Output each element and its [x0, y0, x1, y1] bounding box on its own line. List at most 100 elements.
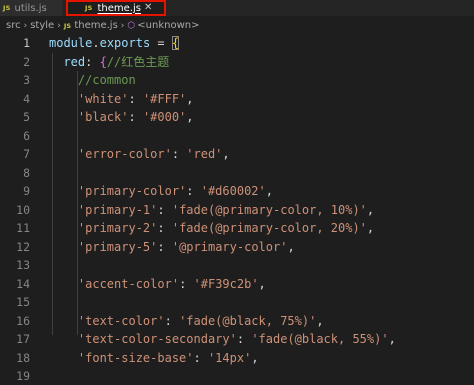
code-line[interactable]: 3 //common — [0, 71, 474, 89]
line-number: 14 — [16, 276, 30, 291]
code-token: 'text-color-secondary' — [77, 332, 237, 346]
tab-label: theme.js — [97, 2, 141, 14]
code-token: : — [85, 54, 100, 69]
js-file-icon: JS — [63, 21, 72, 30]
line-number: 12 — [16, 239, 30, 254]
breadcrumb: src › style › JS theme.js › ⬡ <unknown> — [0, 17, 474, 34]
code-token: 'primary-2' — [77, 221, 158, 235]
code-token: , — [287, 239, 295, 254]
line-number: 1 — [23, 36, 30, 50]
code-token: 'font-size-base' — [77, 350, 194, 365]
editor-tab-bar: JS utils.js JS theme.js ✕ — [0, 0, 474, 16]
code-token: 'red' — [186, 147, 223, 161]
code-line[interactable]: 15 — [0, 293, 474, 311]
code-token: , — [366, 202, 375, 217]
code-token: '@primary-color' — [171, 239, 288, 254]
breadcrumb-item-src[interactable]: src — [6, 20, 21, 31]
js-file-icon: JS — [3, 4, 11, 12]
code-token: : — [157, 202, 172, 217]
line-number: 8 — [23, 165, 30, 180]
code-line[interactable]: 16 'text-color': 'fade(@black, 75%)', — [0, 312, 474, 330]
code-editor[interactable]: 1 module.exports = {2 red: {//红色主题 3//commo… — [0, 34, 474, 383]
line-number: 9 — [23, 184, 30, 198]
code-content: 'primary-2': 'fade(@primary-color, 20%)'… — [78, 219, 374, 237]
breadcrumb-item-style[interactable]: style — [30, 20, 54, 31]
code-token: : — [236, 332, 252, 346]
line-number: 11 — [16, 221, 30, 235]
code-line[interactable]: 10 'primary-1': 'fade(@primary-color, 10%… — [0, 201, 474, 219]
code-line[interactable]: 17 'text-color-secondary': 'fade(@black, … — [0, 330, 474, 348]
js-file-icon: JS — [85, 4, 93, 12]
code-content: 'white': '#FFF', — [78, 90, 194, 108]
code-line[interactable]: 4 'white': '#FFF', — [0, 90, 474, 108]
code-token: . — [92, 36, 100, 50]
code-content: //common — [78, 71, 136, 89]
tab-theme-js[interactable]: JS theme.js ✕ — [66, 0, 166, 16]
breadcrumb-item-symbol[interactable]: <unknown> — [137, 20, 199, 31]
code-content: red: {//红色主题 — [63, 53, 169, 71]
breadcrumb-separator: › — [57, 20, 61, 31]
code-line[interactable]: 12 'primary-5': '@primary-color', — [0, 238, 474, 256]
code-content: 'black': '#000', — [78, 108, 194, 126]
code-line[interactable]: 5 'black': '#000', — [0, 108, 474, 126]
code-token: 'fade(@primary-color, 20%)' — [171, 221, 367, 235]
line-number: 18 — [16, 350, 30, 365]
code-line[interactable]: 19 — [0, 367, 474, 385]
code-token: '#000' — [142, 110, 187, 124]
line-number: 16 — [16, 313, 30, 328]
code-line[interactable]: 18 'font-size-base': '14px', — [0, 349, 474, 367]
line-number: 5 — [23, 110, 30, 124]
code-token: : — [179, 276, 194, 291]
code-token: module — [49, 36, 93, 50]
code-line[interactable]: 14 'accent-color': '#F39c2b', — [0, 275, 474, 293]
code-token: //红色主题 — [106, 54, 170, 69]
code-token: '#d60002' — [200, 184, 266, 198]
code-token: : — [157, 239, 172, 254]
line-number: 15 — [16, 295, 30, 309]
tab-utils-js[interactable]: JS utils.js — [0, 0, 62, 16]
line-number: 19 — [16, 369, 30, 383]
code-token: , — [251, 350, 259, 365]
code-token: : — [128, 110, 143, 124]
code-line[interactable]: 9 'primary-color': '#d60002', — [0, 182, 474, 200]
line-number: 3 — [23, 73, 30, 87]
code-token: 'fade(@black, 55%)' — [251, 332, 389, 346]
code-content: module.exports = { — [49, 34, 180, 52]
breadcrumb-separator: › — [120, 20, 125, 31]
code-token: '#F39c2b' — [193, 276, 259, 291]
code-token: 'white' — [77, 91, 129, 106]
line-number: 13 — [16, 258, 30, 272]
breadcrumb-separator: › — [23, 20, 28, 31]
symbol-icon: ⬡ — [127, 20, 136, 31]
code-line[interactable]: 7 'error-color': 'red', — [0, 145, 474, 163]
code-line[interactable]: 6 — [0, 127, 474, 145]
code-token: : — [171, 147, 187, 161]
code-line[interactable]: 13 — [0, 256, 474, 274]
code-content: 'primary-1': 'fade(@primary-color, 10%)'… — [78, 201, 374, 219]
code-content: 'error-color': 'red', — [78, 145, 230, 163]
code-token: : — [157, 221, 172, 235]
tab-label: utils.js — [14, 2, 47, 14]
code-token: { — [171, 36, 180, 50]
code-token: , — [186, 91, 194, 106]
code-line[interactable]: 8 — [0, 164, 474, 182]
code-line[interactable]: 11 'primary-2': 'fade(@primary-color, 20%… — [0, 219, 474, 237]
code-line[interactable]: 2 red: {//红色主题 — [0, 53, 474, 71]
line-number: 2 — [23, 54, 30, 69]
code-token: : — [186, 184, 201, 198]
breadcrumb-item-file[interactable]: theme.js — [74, 20, 117, 31]
code-token: = — [150, 36, 172, 50]
code-line[interactable]: 1 module.exports = { — [0, 34, 474, 52]
close-icon[interactable]: ✕ — [144, 2, 152, 14]
code-token: //common — [77, 73, 136, 87]
code-token: 'fade(@primary-color, 10%)' — [171, 202, 367, 217]
code-token: 'primary-1' — [77, 202, 158, 217]
code-content: 'text-color': 'fade(@black, 75%)', — [78, 312, 324, 330]
code-token: , — [222, 147, 230, 161]
code-token: 'black' — [77, 110, 129, 124]
code-content: 'primary-color': '#d60002', — [78, 182, 273, 200]
code-token: { — [99, 54, 107, 69]
code-token: , — [258, 276, 266, 291]
line-number: 6 — [23, 128, 30, 143]
code-token: exports — [99, 36, 151, 50]
